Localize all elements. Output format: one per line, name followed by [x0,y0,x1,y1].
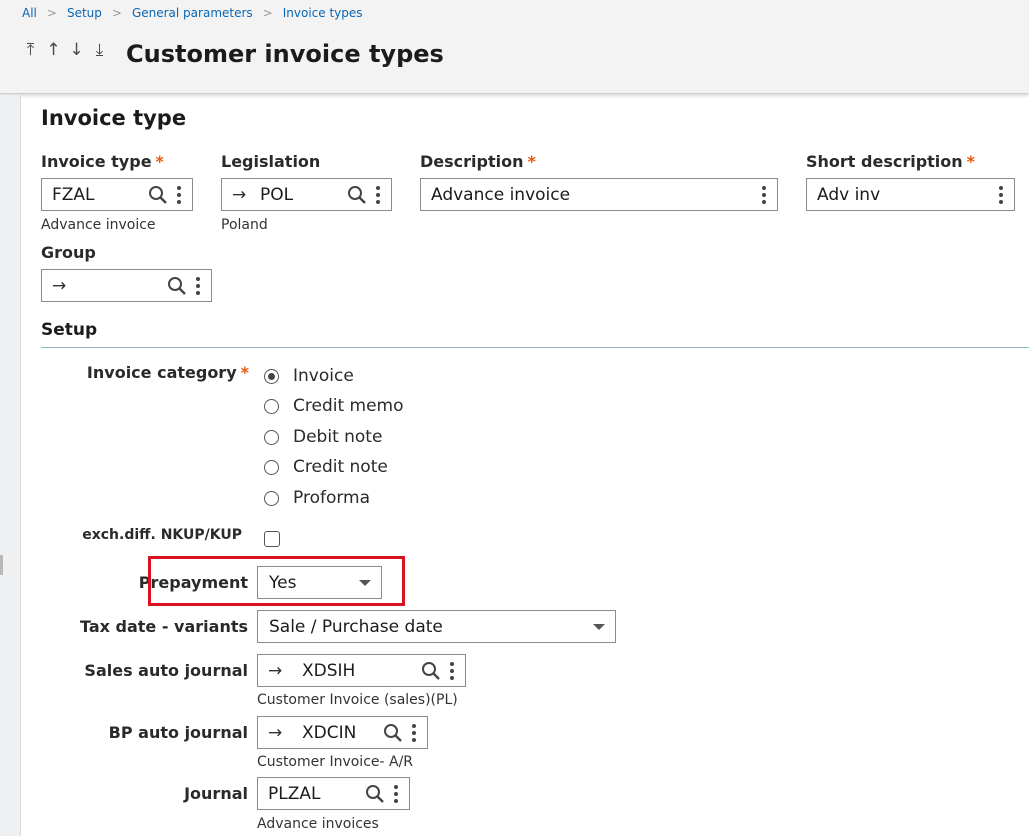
invoice-type-description: Advance invoice [41,217,156,233]
legislation-field[interactable]: → POL [221,178,392,211]
invoice-type-label: Invoice type * [41,152,164,171]
tax-date-select[interactable]: Sale / Purchase date [257,610,616,643]
record-navigation: ⤒ ↑ ↓ ⤓ [22,40,108,60]
invoice-type-field[interactable]: FZAL [41,178,193,211]
chevron-right-icon: > [111,6,122,20]
last-record-icon[interactable]: ⤓ [91,40,108,60]
tax-date-label: Tax date - variants [79,617,248,636]
description-field[interactable]: Advance invoice [420,178,778,211]
page-title: Customer invoice types [126,40,444,68]
radio-checked-icon[interactable] [264,368,279,384]
short-description-value[interactable]: Adv inv [817,185,994,205]
previous-record-icon[interactable]: ↑ [45,40,62,60]
bp-auto-journal-field[interactable]: → XDCIN [257,716,428,749]
journal-value[interactable]: PLZAL [268,784,365,804]
radio-debit-note[interactable]: Debit note [264,427,382,447]
description-value[interactable]: Advance invoice [431,185,757,205]
divider [41,347,1029,348]
bp-auto-journal-description: Customer Invoice- A/R [257,754,414,770]
more-options-icon[interactable] [172,185,186,204]
invoice-type-value[interactable]: FZAL [52,185,148,205]
next-record-icon[interactable]: ↓ [68,40,85,60]
exch-diff-checkbox[interactable] [264,531,280,547]
tax-date-value[interactable]: Sale / Purchase date [269,617,593,637]
more-options-icon[interactable] [371,185,385,204]
journal-description: Advance invoices [257,816,379,832]
more-options-icon[interactable] [757,185,771,204]
group-field[interactable]: → [41,269,212,302]
more-options-icon[interactable] [191,276,205,295]
radio-credit-note[interactable]: Credit note [264,457,388,477]
sales-auto-journal-description: Customer Invoice (sales)(PL) [257,692,458,708]
arrow-right-icon[interactable]: → [268,661,286,681]
first-record-icon[interactable]: ⤒ [22,40,39,60]
bp-auto-journal-value[interactable]: XDCIN [302,723,383,743]
sales-auto-journal-label: Sales auto journal [84,661,248,680]
exch-diff-label: exch.diff. NKUP/KUP [82,527,242,543]
radio-invoice[interactable]: Invoice [264,366,354,386]
sales-auto-journal-field[interactable]: → XDSIH [257,654,466,687]
breadcrumb-invoice-types[interactable]: Invoice types [283,6,363,20]
breadcrumb-all[interactable]: All [22,6,37,20]
search-icon[interactable] [347,185,367,205]
more-options-icon[interactable] [389,784,403,803]
required-marker: * [155,152,164,171]
radio-unchecked-icon[interactable] [264,398,279,414]
radio-unchecked-icon[interactable] [264,490,279,506]
section-title: Invoice type [41,106,187,130]
arrow-right-icon[interactable]: → [232,185,250,205]
required-marker: * [966,152,976,171]
breadcrumb-general-parameters[interactable]: General parameters [132,6,253,20]
radio-credit-memo[interactable]: Credit memo [264,396,404,416]
search-icon[interactable] [365,784,385,804]
search-icon[interactable] [383,723,403,743]
chevron-right-icon: > [262,6,273,20]
required-marker: * [240,363,249,382]
invoice-category-label: Invoice category * [86,363,249,382]
rail-handle[interactable] [0,555,3,575]
arrow-right-icon[interactable]: → [268,723,286,743]
page-header: ⤒ ↑ ↓ ⤓ Customer invoice types [0,26,1029,94]
more-options-icon[interactable] [407,723,421,742]
more-options-icon[interactable] [445,661,459,680]
chevron-right-icon: > [46,6,57,20]
highlight-box [148,556,405,606]
sales-auto-journal-value[interactable]: XDSIH [302,661,421,681]
short-description-label: Short description * [806,152,976,171]
description-label: Description * [420,152,536,171]
short-description-field[interactable]: Adv inv [806,178,1015,211]
more-options-icon[interactable] [994,185,1008,204]
left-rail [0,95,21,836]
search-icon[interactable] [167,276,187,296]
setup-section-title: Setup [41,320,98,340]
radio-proforma[interactable]: Proforma [264,488,370,508]
arrow-right-icon[interactable]: → [52,276,70,296]
radio-unchecked-icon[interactable] [264,429,279,445]
legislation-label: Legislation [221,152,321,171]
bp-auto-journal-label: BP auto journal [108,723,248,742]
legislation-value[interactable]: POL [260,185,347,205]
search-icon[interactable] [421,661,441,681]
breadcrumb-setup[interactable]: Setup [67,6,102,20]
legislation-description: Poland [221,217,268,233]
journal-label: Journal [184,784,248,803]
radio-unchecked-icon[interactable] [264,459,279,475]
journal-field[interactable]: PLZAL [257,777,410,810]
group-label: Group [41,243,96,262]
required-marker: * [527,152,536,171]
caret-down-icon[interactable] [593,623,605,630]
search-icon[interactable] [148,185,168,205]
breadcrumb: All > Setup > General parameters > Invoi… [0,0,1029,26]
